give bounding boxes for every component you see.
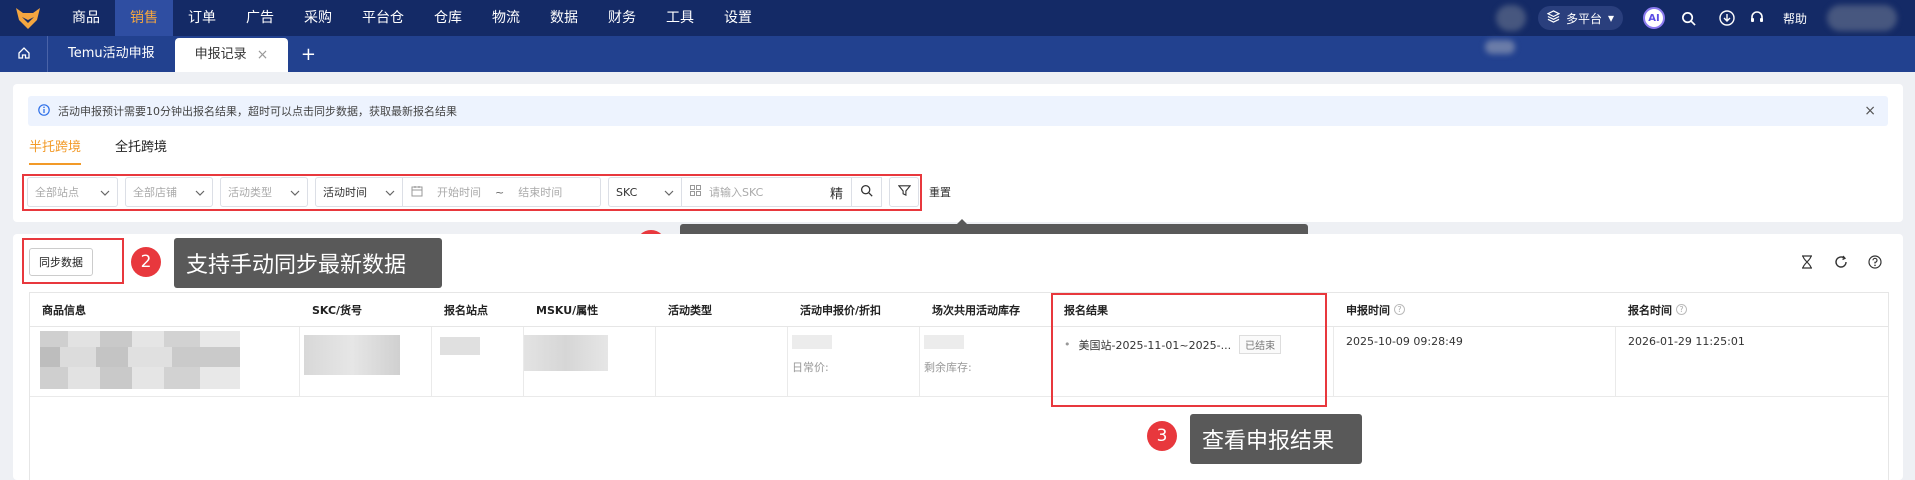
reset-button[interactable]: 重置 [929,184,951,200]
close-icon[interactable]: × [1864,103,1876,119]
product-info-cell-blurred [30,327,300,396]
subtab-fully-managed[interactable]: 全托跨境 [115,136,167,165]
user-avatar-blurred[interactable] [1827,5,1897,31]
callout-number-3: 3 [1147,421,1177,451]
mode-subtabs: 半托跨境 全托跨境 [29,136,167,165]
ai-assistant-icon[interactable]: AI [1642,7,1665,29]
nav-item-ads[interactable]: 广告 [231,0,289,36]
hourglass-icon[interactable] [1797,252,1817,272]
col-declare-time: 申报时间 ? [1334,293,1616,326]
close-icon[interactable]: × [257,38,269,72]
skc-cell-blurred [300,327,432,396]
nav-item-products[interactable]: 商品 [57,0,115,36]
info-icon[interactable]: ? [1676,304,1687,315]
nav-item-finance[interactable]: 财务 [593,0,651,36]
notice-text: 活动申报预计需要10分钟出报名结果，超时可以点击同步数据，获取最新报名结果 [58,105,457,118]
col-declare-time-label: 申报时间 [1346,303,1390,317]
callout-result-tip: 查看申报结果 [1190,414,1362,464]
refresh-icon[interactable] [1831,252,1851,272]
add-tab-icon[interactable]: + [288,36,328,72]
page-tab-bar: Temu活动申报 申报记录 × + [0,36,1915,72]
table-row[interactable]: 日常价: 剩余库存: • 美国站-2025-11-01~2025-... 已结束… [30,327,1888,397]
nav-item-settings[interactable]: 设置 [709,0,767,36]
col-site: 报名站点 [444,303,488,317]
nav-item-sales[interactable]: 销售 [115,0,173,36]
home-icon [17,46,31,63]
blurred-element [1495,5,1526,31]
col-declare-price: 活动申报价/折扣 [800,303,882,317]
info-icon [38,103,50,119]
highlight-box-filters [22,174,922,211]
search-icon[interactable] [1679,8,1699,28]
headset-support-icon[interactable] [1747,8,1767,28]
app-logo-icon[interactable] [13,3,43,33]
daily-price-label: 日常价: [792,361,829,374]
declare-time-cell: 2025-10-09 09:28:49 [1334,327,1616,396]
records-table: 商品信息 SKC/货号 报名站点 MSKU/属性 活动类型 活动申报价/折扣 场… [29,292,1889,480]
nav-item-purchase[interactable]: 采购 [289,0,347,36]
highlight-box-sync [22,238,124,284]
highlight-box-result [1051,293,1327,407]
nav-item-warehouse[interactable]: 仓库 [419,0,477,36]
signup-time-cell: 2026-01-29 11:25:01 [1628,335,1745,348]
help-link[interactable]: 帮助 [1783,10,1807,27]
col-shared-stock: 场次共用活动库存 [932,303,1020,317]
callout-sync-tip: 支持手动同步最新数据 [174,238,442,288]
tab-declare-records[interactable]: 申报记录 × [174,38,289,72]
nav-item-data[interactable]: 数据 [535,0,593,36]
platform-switcher[interactable]: 多平台 ▾ [1537,6,1623,30]
platform-label: 多平台 [1565,11,1602,26]
col-msku: MSKU/属性 [536,303,599,317]
info-notice-bar: 活动申报预计需要10分钟出报名结果，超时可以点击同步数据，获取最新报名结果 × [28,96,1888,126]
nav-item-logistics[interactable]: 物流 [477,0,535,36]
nav-right-area: 多平台 ▾ AI 帮助 [1495,0,1915,36]
top-navigation-bar: 商品 销售 订单 广告 采购 平台仓 仓库 物流 数据 财务 工具 设置 多平台… [0,0,1915,36]
nav-item-platform-warehouse[interactable]: 平台仓 [347,0,419,36]
nav-item-orders[interactable]: 订单 [173,0,231,36]
shared-stock-cell: 剩余库存: [920,327,1052,396]
declare-price-cell: 日常价: [788,327,920,396]
nav-item-tools[interactable]: 工具 [651,0,709,36]
table-tools [1797,252,1885,272]
msku-cell-blurred [524,327,656,396]
col-signup-time-label: 报名时间 [1628,303,1672,317]
tab-temu-activity-declare[interactable]: Temu活动申报 [48,36,175,72]
col-product-info: 商品信息 [42,303,86,317]
callout-number-2: 2 [131,247,161,277]
subtab-semi-managed[interactable]: 半托跨境 [29,136,82,165]
layers-icon [1546,10,1561,26]
remaining-stock-label: 剩余库存: [924,361,972,374]
tab-declare-records-label: 申报记录 [194,47,247,62]
blurred-element [1485,40,1515,54]
site-cell-blurred [432,327,524,396]
col-signup-time: 报名时间 ? [1616,293,1880,326]
help-question-icon[interactable] [1865,252,1885,272]
col-activity-type: 活动类型 [668,303,712,317]
caret-down-icon: ▾ [1607,11,1614,25]
home-tab[interactable] [0,36,48,72]
download-icon[interactable] [1717,8,1737,28]
col-skc: SKC/货号 [312,303,363,317]
activity-type-cell [656,327,788,396]
info-icon[interactable]: ? [1394,304,1405,315]
table-header-row: 商品信息 SKC/货号 报名站点 MSKU/属性 活动类型 活动申报价/折扣 场… [30,293,1888,327]
